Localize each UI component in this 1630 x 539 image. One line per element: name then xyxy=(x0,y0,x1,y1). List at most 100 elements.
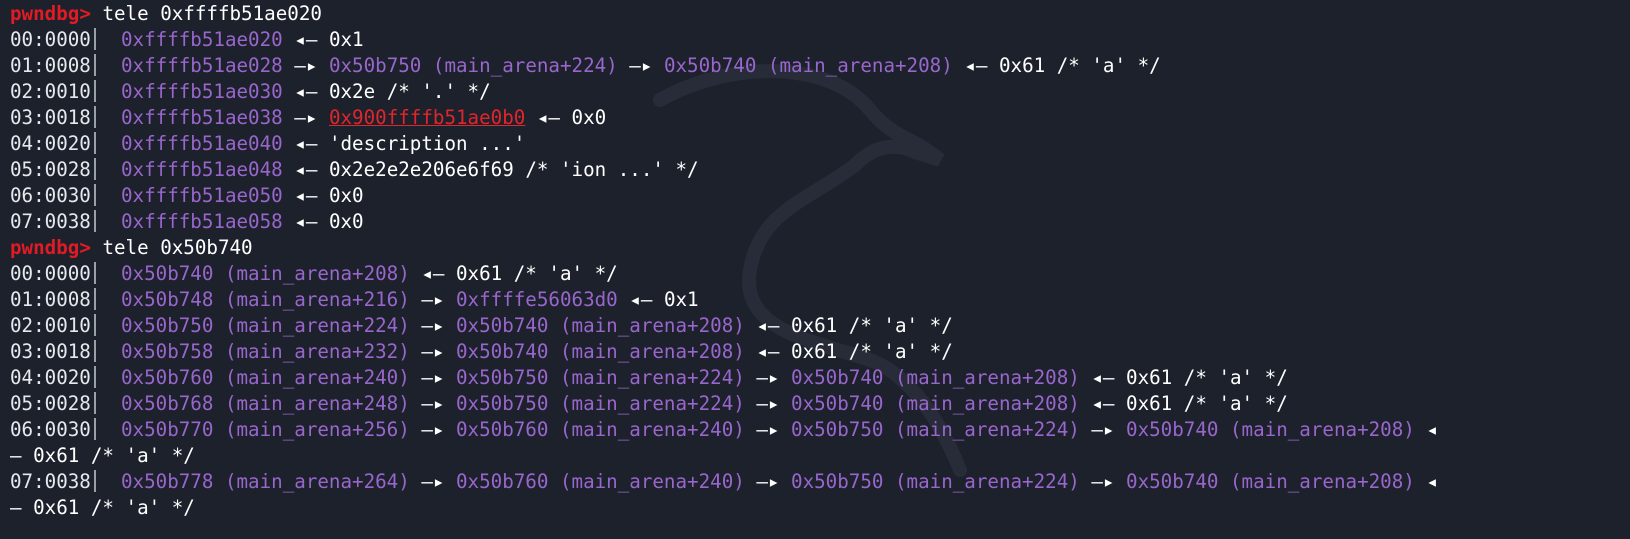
telescope-row: 04:0020 0x50b760 (main_arena+240) —▸ 0x5… xyxy=(10,364,1288,391)
address-text: 0xffffe56063d0 xyxy=(456,288,618,311)
offset-label: 01:0008 xyxy=(10,54,91,77)
address-text: 0x50b760 (main_arena+240) xyxy=(456,418,745,441)
row-separator xyxy=(93,184,96,206)
address-text: 0xffffb51ae040 xyxy=(120,132,283,155)
telescope-row: 03:0018 0x50b758 (main_arena+232) —▸ 0x5… xyxy=(10,338,953,365)
address-text: 0xffffb51ae028 xyxy=(120,54,283,77)
address-text: 0x50b770 (main_arena+256) xyxy=(120,418,410,441)
deref-arrow: —▸ xyxy=(282,54,329,77)
deref-arrow: —▸ xyxy=(409,314,456,337)
value-arrow: ◂— xyxy=(744,314,792,337)
terminal-window[interactable]: pwndbg> tele 0xffffb51ae020 00:0000 0xfff… xyxy=(0,0,1630,539)
offset-label: 05:0028 xyxy=(10,392,91,415)
deref-arrow: —▸ xyxy=(409,470,456,493)
wrapped-continuation: — 0x61 /* 'a' */ xyxy=(10,444,195,467)
value-text: 0x61 /* 'a' */ xyxy=(791,314,953,337)
value-arrow: ◂— xyxy=(282,158,329,181)
offset-label: 03:0018 xyxy=(10,106,91,129)
deref-arrow: —▸ xyxy=(282,106,329,129)
address-text: 0x50b740 (main_arena+208) xyxy=(456,314,745,337)
telescope-row: 05:0028 0x50b768 (main_arena+248) —▸ 0x5… xyxy=(10,390,1288,417)
telescope-row: 04:0020 0xffffb51ae040 ◂— 'description .… xyxy=(10,130,525,157)
value-arrow: ◂— xyxy=(744,340,792,363)
value-arrow: ◂— xyxy=(282,132,329,155)
telescope-row: 06:0030 0xffffb51ae050 ◂— 0x0 xyxy=(10,182,364,209)
prompt-label: pwndbg xyxy=(10,2,80,25)
address-text: 0x50b740 (main_arena+208) xyxy=(456,340,745,363)
offset-label: 07:0038 xyxy=(10,210,91,233)
row-separator xyxy=(93,366,96,388)
telescope-row: 06:0030 0x50b770 (main_arena+256) —▸ 0x5… xyxy=(10,416,1438,443)
row-separator xyxy=(93,210,96,232)
address-text: 0x50b750 (main_arena+224) xyxy=(791,470,1080,493)
offset-label: 02:0010 xyxy=(10,314,91,337)
address-text: 0x50b750 (main_arena+224) xyxy=(456,392,745,415)
command-text[interactable]: tele 0x50b740 xyxy=(102,236,252,259)
address-text: 0x50b760 (main_arena+240) xyxy=(120,366,410,389)
value-arrow: ◂ xyxy=(1414,418,1438,441)
row-separator xyxy=(93,340,96,362)
row-separator xyxy=(93,54,96,76)
deref-arrow: —▸ xyxy=(409,392,456,415)
deref-arrow: —▸ xyxy=(1079,418,1127,441)
row-separator xyxy=(93,392,96,414)
value-text: 'description ...' xyxy=(328,132,526,155)
command-text[interactable]: tele 0xffffb51ae020 xyxy=(102,2,322,25)
value-arrow: ◂— xyxy=(1079,366,1127,389)
address-text: 0x50b758 (main_arena+232) xyxy=(120,340,410,363)
value-text: 0x0 xyxy=(571,106,607,129)
address-text: 0xffffb51ae058 xyxy=(120,210,283,233)
offset-label: 00:0000 xyxy=(10,262,91,285)
value-text: 0x61 /* 'a' */ xyxy=(791,340,953,363)
value-text: 0x61 /* 'a' */ xyxy=(1126,392,1288,415)
address-text: 0x50b740 (main_arena+208) xyxy=(120,262,410,285)
prompt-caret: > xyxy=(79,2,91,25)
row-separator xyxy=(93,288,96,310)
value-text: 0x2e /* '.' */ xyxy=(328,80,491,103)
address-text: 0x50b778 (main_arena+264) xyxy=(120,470,410,493)
value-text: 0x1 xyxy=(328,28,364,51)
row-separator xyxy=(93,418,96,440)
value-text: 0x0 xyxy=(328,184,364,207)
address-text: 0x50b740 (main_arena+208) xyxy=(663,54,953,77)
address-text: 0x50b748 (main_arena+216) xyxy=(120,288,410,311)
row-separator xyxy=(93,80,96,102)
prompt-caret: > xyxy=(79,236,91,259)
offset-label: 00:0000 xyxy=(10,28,91,51)
offset-label: 07:0038 xyxy=(10,470,91,493)
address-text: 0x50b768 (main_arena+248) xyxy=(120,392,410,415)
telescope-row: 01:0008 0x50b748 (main_arena+216) —▸ 0xf… xyxy=(10,286,699,313)
deref-arrow: —▸ xyxy=(744,470,792,493)
prompt-label: pwndbg xyxy=(10,236,80,259)
deref-arrow: —▸ xyxy=(409,288,456,311)
row-separator xyxy=(93,28,96,50)
value-arrow: ◂— xyxy=(617,288,664,311)
telescope-row: 02:0010 0xffffb51ae030 ◂— 0x2e /* '.' */ xyxy=(10,78,491,105)
address-text: 0x50b750 (main_arena+224) xyxy=(791,418,1080,441)
address-text: 0x50b740 (main_arena+208) xyxy=(1126,418,1415,441)
row-separator xyxy=(93,158,96,180)
wrapped-continuation: — 0x61 /* 'a' */ xyxy=(10,496,195,519)
value-arrow: ◂— xyxy=(282,80,329,103)
row-separator xyxy=(93,262,96,284)
value-arrow: ◂— xyxy=(952,54,999,77)
offset-label: 03:0018 xyxy=(10,340,91,363)
row-separator xyxy=(93,470,96,492)
prompt-line: pwndbg> tele 0x50b740 xyxy=(10,234,253,261)
offset-label: 06:0030 xyxy=(10,418,91,441)
offset-label: 01:0008 xyxy=(10,288,91,311)
address-text: 0x50b740 (main_arena+208) xyxy=(1126,470,1415,493)
invalid-pointer-link[interactable]: 0x900ffffb51ae0b0 xyxy=(329,106,525,129)
telescope-row: 07:0038 0x50b778 (main_arena+264) —▸ 0x5… xyxy=(10,468,1438,495)
value-text: 0x61 /* 'a' */ xyxy=(456,262,618,285)
offset-label: 02:0010 xyxy=(10,80,91,103)
address-text: 0x50b740 (main_arena+208) xyxy=(791,392,1080,415)
prompt-line: pwndbg> tele 0xffffb51ae020 xyxy=(10,0,322,27)
